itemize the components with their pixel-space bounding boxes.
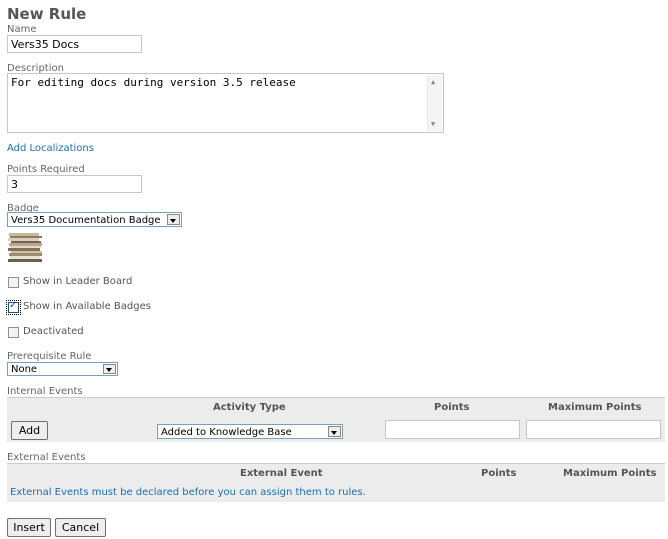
activity-type-header: Activity Type (213, 402, 286, 413)
description-scrollbar[interactable]: ▲ ▼ (427, 75, 442, 131)
cancel-button-label: Cancel (61, 521, 100, 534)
points-header: Points (434, 402, 470, 413)
activity-type-select[interactable]: Added to Knowledge Base (157, 424, 343, 439)
description-field-value: For editing docs during version 3.5 rele… (11, 76, 296, 89)
insert-button[interactable]: Insert (7, 518, 51, 537)
add-event-button[interactable]: Add (11, 421, 48, 440)
add-event-button-label: Add (18, 424, 41, 437)
external-maximum-points-header: Maximum Points (563, 468, 657, 479)
internal-events-title: Internal Events (7, 386, 83, 397)
scroll-down-icon[interactable]: ▼ (431, 120, 435, 128)
prerequisite-label: Prerequisite Rule (7, 351, 92, 362)
maximum-points-input[interactable] (526, 420, 661, 439)
insert-button-label: Insert (13, 521, 45, 534)
external-events-title: External Events (7, 452, 86, 463)
external-events-message: External Events must be declared before … (10, 487, 366, 498)
badge-select-value: Vers35 Documentation Badge (11, 215, 161, 226)
name-label: Name (7, 24, 37, 35)
add-localizations-link[interactable]: Add Localizations (7, 143, 94, 154)
page-title: New Rule (7, 5, 87, 23)
name-field[interactable]: Vers35 Docs (7, 35, 142, 53)
description-field[interactable]: For editing docs during version 3.5 rele… (7, 73, 444, 133)
points-input[interactable] (385, 420, 520, 439)
badge-image-icon (8, 233, 42, 262)
cancel-button[interactable]: Cancel (55, 518, 106, 537)
available-badges-checkbox[interactable] (6, 300, 21, 315)
activity-type-select-value: Added to Knowledge Base (161, 427, 292, 438)
leader-board-label: Show in Leader Board (23, 276, 133, 287)
points-required-field[interactable]: 3 (7, 175, 142, 193)
chevron-down-icon[interactable] (328, 426, 341, 437)
chevron-down-icon[interactable] (167, 214, 180, 225)
deactivated-label: Deactivated (23, 326, 84, 337)
prerequisite-select-value: None (11, 364, 38, 375)
leader-board-checkbox[interactable] (8, 277, 19, 288)
prerequisite-select[interactable]: None (7, 362, 118, 376)
deactivated-checkbox[interactable] (8, 327, 19, 338)
external-points-header: Points (481, 468, 517, 479)
name-field-value: Vers35 Docs (11, 38, 80, 51)
scroll-up-icon[interactable]: ▲ (431, 78, 435, 86)
points-required-label: Points Required (7, 164, 85, 175)
chevron-down-icon[interactable] (103, 364, 116, 374)
badge-select[interactable]: Vers35 Documentation Badge (7, 212, 182, 227)
available-badges-label: Show in Available Badges (23, 301, 151, 312)
maximum-points-header: Maximum Points (548, 402, 642, 413)
external-event-header: External Event (240, 468, 323, 479)
points-required-value: 3 (11, 178, 18, 191)
